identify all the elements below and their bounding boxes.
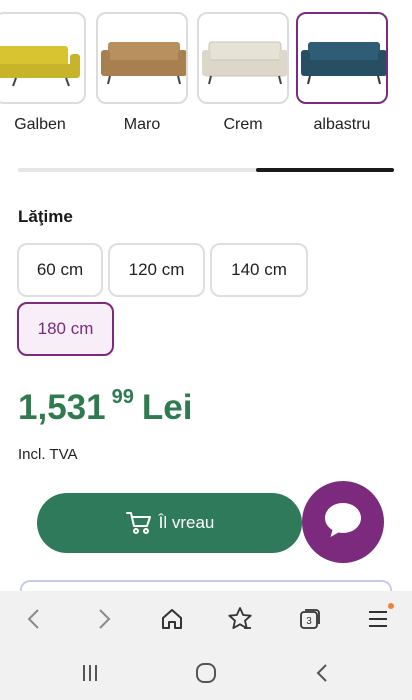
price-currency: Lei bbox=[141, 388, 193, 427]
notification-dot bbox=[388, 603, 394, 609]
width-option-140[interactable]: 140 cm bbox=[210, 243, 308, 297]
back-icon[interactable] bbox=[20, 605, 48, 633]
recent-apps-icon[interactable] bbox=[78, 661, 102, 685]
menu-icon[interactable] bbox=[364, 603, 394, 633]
vat-note: Incl. TVA bbox=[18, 446, 78, 463]
chat-button[interactable] bbox=[302, 481, 384, 563]
color-swatch-row: Galben Maro Crem albastru bbox=[0, 0, 412, 150]
tabs-icon[interactable]: 3 bbox=[296, 605, 324, 633]
color-label: Crem bbox=[223, 116, 263, 133]
color-label: Galben bbox=[14, 116, 66, 133]
swatch-scrollbar[interactable] bbox=[18, 168, 394, 172]
add-to-cart-button[interactable]: Îl vreau bbox=[37, 493, 302, 553]
width-section-title: Lăţime bbox=[18, 207, 73, 226]
browser-toolbar: 3 bbox=[0, 591, 412, 647]
width-option-180[interactable]: 180 cm bbox=[17, 302, 114, 356]
scrollbar-thumb[interactable] bbox=[256, 168, 394, 172]
sofa-image bbox=[296, 12, 388, 104]
sofa-image bbox=[197, 12, 289, 104]
tabs-count: 3 bbox=[306, 616, 312, 627]
chat-bubble-icon bbox=[322, 500, 364, 545]
sofa-image bbox=[96, 12, 188, 104]
cart-icon bbox=[125, 510, 153, 536]
width-option-60[interactable]: 60 cm bbox=[17, 243, 103, 297]
price: 1,531 99 Lei bbox=[18, 386, 192, 430]
sofa-image bbox=[0, 12, 86, 104]
forward-icon[interactable] bbox=[90, 605, 118, 633]
bookmark-star-icon[interactable] bbox=[226, 605, 254, 633]
add-to-cart-label: Îl vreau bbox=[158, 513, 215, 532]
price-cents: 99 bbox=[111, 386, 134, 408]
system-nav-bar bbox=[0, 647, 412, 700]
width-option-120[interactable]: 120 cm bbox=[108, 243, 205, 297]
back-chevron-icon[interactable] bbox=[310, 661, 334, 685]
price-main: 1,531 bbox=[18, 388, 106, 427]
home-icon[interactable] bbox=[158, 605, 186, 633]
color-label: Maro bbox=[123, 116, 161, 133]
home-circle-icon[interactable] bbox=[194, 661, 218, 685]
color-label: albastru bbox=[313, 116, 371, 133]
